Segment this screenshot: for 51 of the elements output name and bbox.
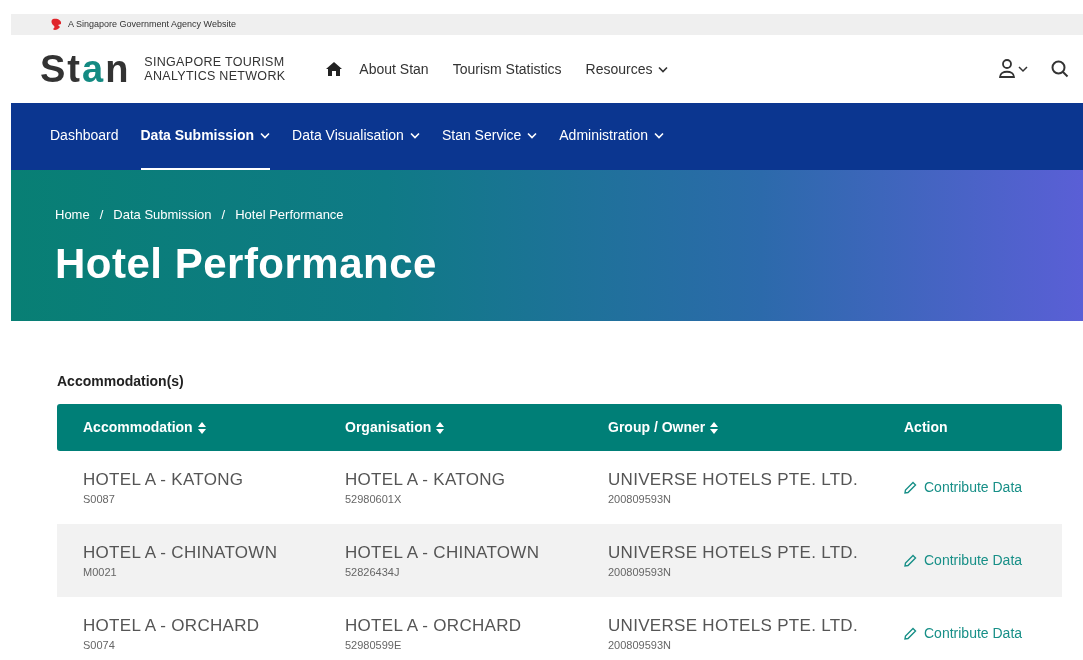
table-cell-text: HOTEL A - CHINATOWN (345, 543, 541, 561)
nav-tab[interactable]: Stan Service (441, 103, 538, 170)
breadcrumb-link[interactable]: Hotel Performance (235, 205, 344, 225)
pencil-icon (904, 481, 917, 494)
code-text: 52826434J (345, 566, 401, 578)
table-cell-text: HOTEL A - KATONG (345, 470, 507, 488)
nav-link[interactable]: Tourism Statistics (452, 58, 562, 80)
search-icon[interactable] (1051, 60, 1069, 78)
code-text: S0074 (83, 639, 116, 651)
table-cell-text: HOTEL A - KATONG (83, 470, 245, 488)
code-text: S0087 (83, 493, 116, 505)
table-cell-text: HOTEL A - ORCHARD (83, 616, 261, 634)
stan-logo[interactable]: Stan SINGAPORE TOURISM ANALYTICS NETWORK (40, 50, 286, 88)
breadcrumb-separator: / (221, 206, 226, 224)
pencil-icon (904, 627, 917, 640)
pencil-icon (904, 554, 917, 567)
sort-icon[interactable] (436, 421, 445, 434)
breadcrumb-link[interactable]: Data Submission (113, 205, 212, 225)
lion-head-icon (51, 18, 62, 31)
code-text: M0021 (83, 566, 118, 578)
sort-icon[interactable] (197, 421, 206, 434)
column-header: Action (904, 418, 948, 437)
breadcrumb-separator: / (99, 206, 104, 224)
sort-icon[interactable] (710, 421, 719, 434)
home-icon[interactable] (325, 61, 344, 77)
column-header: Accommodation (83, 418, 193, 437)
nav-link[interactable]: About Stan (359, 58, 429, 80)
table-cell-text: UNIVERSE HOTELS PTE. LTD. (608, 543, 859, 561)
nav-link[interactable]: Resources (585, 58, 669, 80)
code-text: 52980599E (345, 639, 403, 651)
code-text: 200809593N (608, 639, 672, 651)
code-text: 200809593N (608, 566, 672, 578)
table-cell-text: HOTEL A - ORCHARD (345, 616, 523, 634)
code-text: 200809593N (608, 493, 672, 505)
contribute-data-link[interactable]: Contribute Data (904, 550, 1062, 571)
contribute-data-link[interactable]: Contribute Data (904, 623, 1062, 644)
page-title: Hotel Performance (55, 242, 438, 285)
nav-tab[interactable]: Data Visualisation (292, 103, 420, 170)
table-cell-text: HOTEL A - CHINATOWN (83, 543, 279, 561)
nav-tab[interactable]: Dashboard (50, 103, 119, 170)
section-title: Accommodation(s) (57, 372, 185, 391)
banner-text: A Singapore Government Agency Website (68, 17, 236, 31)
column-header: Group / Owner (608, 418, 706, 437)
user-menu-icon[interactable] (999, 59, 1029, 79)
table-cell-text: UNIVERSE HOTELS PTE. LTD. (608, 470, 859, 488)
nav-tab[interactable]: Administration (559, 103, 664, 170)
code-text: 52980601X (345, 493, 403, 505)
table-cell-text: UNIVERSE HOTELS PTE. LTD. (608, 616, 859, 634)
contribute-data-link[interactable]: Contribute Data (904, 477, 1062, 498)
column-header: Organisation (345, 418, 432, 437)
breadcrumb-link[interactable]: Home (55, 205, 90, 225)
